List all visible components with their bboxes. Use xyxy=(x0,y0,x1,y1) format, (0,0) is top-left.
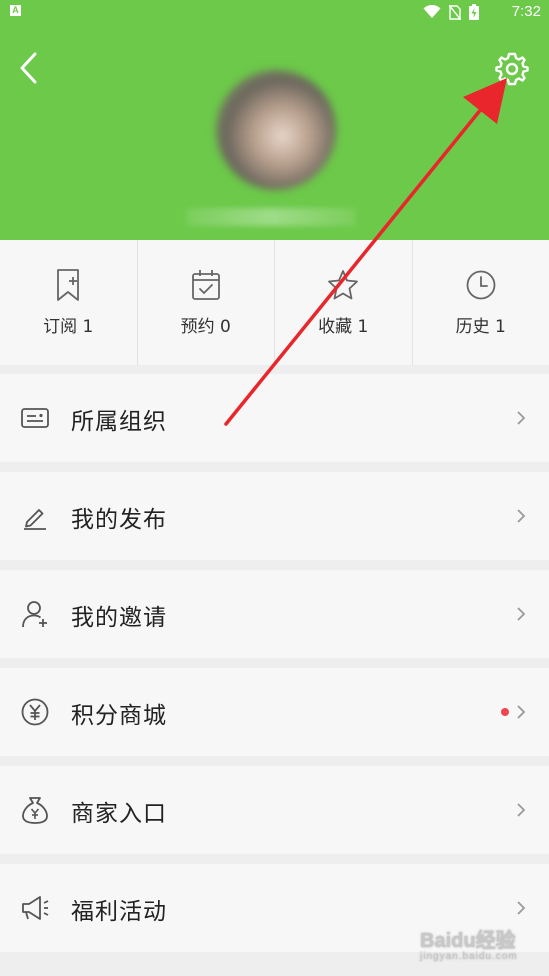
stat-label: 收藏 xyxy=(318,317,353,337)
battery-icon xyxy=(469,4,479,20)
chevron-right-icon xyxy=(517,705,526,719)
money-bag-icon xyxy=(22,797,48,824)
menu-label: 福利活动 xyxy=(71,899,167,925)
wifi-icon xyxy=(423,5,441,18)
stat-label: 预约 xyxy=(180,317,215,337)
calendar-check-icon xyxy=(191,270,220,300)
stat-count: 1 xyxy=(82,317,94,337)
menu-list: 所属组织 我的发布 我的邀请 积分商城 商家入口 福利活动 xyxy=(0,374,549,962)
back-button[interactable] xyxy=(14,50,46,86)
watermark-site: jingyan.baidu.com xyxy=(420,951,518,962)
menu-label: 积分商城 xyxy=(71,703,167,729)
chevron-right-icon xyxy=(517,803,526,817)
yen-coin-icon xyxy=(21,698,49,726)
stat-label: 订阅 xyxy=(43,317,78,337)
stat-count: 1 xyxy=(357,317,369,337)
watermark-paw: du xyxy=(451,930,476,952)
menu-item-points-mall[interactable]: 积分商城 xyxy=(0,668,549,756)
avatar[interactable] xyxy=(216,70,336,190)
chevron-left-icon xyxy=(20,52,37,84)
menu-label: 我的邀请 xyxy=(71,605,167,631)
settings-button[interactable] xyxy=(493,50,531,88)
app-notification-icon: A xyxy=(10,5,21,16)
menu-item-my-posts[interactable]: 我的发布 xyxy=(0,472,549,560)
watermark-suffix: 经验 xyxy=(475,930,516,952)
watermark-brand: Bai xyxy=(420,930,452,952)
stat-subscribe[interactable]: 订阅 1 xyxy=(0,240,137,365)
clock: 7:32 xyxy=(511,3,541,20)
star-icon xyxy=(328,270,359,300)
watermark-logo: Baidu经验 jingyan.baidu.com xyxy=(420,924,518,962)
chevron-right-icon xyxy=(517,411,526,425)
stats-row: 订阅 1 预约 0 收藏 1 历史 1 xyxy=(0,240,549,365)
menu-label: 所属组织 xyxy=(71,409,167,435)
megaphone-icon xyxy=(22,896,49,920)
id-card-icon xyxy=(21,408,49,428)
stat-reservation[interactable]: 预约 0 xyxy=(136,240,275,365)
profile-header xyxy=(0,0,549,240)
menu-item-organization[interactable]: 所属组织 xyxy=(0,374,549,462)
chevron-right-icon xyxy=(517,509,526,523)
menu-label: 商家入口 xyxy=(71,801,167,827)
chevron-right-icon xyxy=(517,901,526,915)
status-bar: A 7:32 xyxy=(0,0,549,24)
chevron-right-icon xyxy=(517,607,526,621)
gear-icon xyxy=(495,52,529,86)
stat-count: 1 xyxy=(495,317,506,337)
stat-favorites[interactable]: 收藏 1 xyxy=(274,240,412,365)
clock-icon xyxy=(466,270,496,300)
stat-label: 历史 xyxy=(455,317,490,337)
menu-item-my-invites[interactable]: 我的邀请 xyxy=(0,570,549,658)
username xyxy=(186,208,356,226)
bookmark-add-icon xyxy=(57,269,80,301)
stat-history[interactable]: 历史 1 xyxy=(411,240,549,365)
menu-label: 我的发布 xyxy=(71,507,167,533)
status-icons xyxy=(423,4,479,20)
user-add-icon xyxy=(22,601,47,628)
notification-dot xyxy=(501,708,509,716)
pencil-icon xyxy=(24,509,46,530)
no-sim-icon xyxy=(449,4,461,20)
menu-item-merchant-entry[interactable]: 商家入口 xyxy=(0,766,549,854)
stat-count: 0 xyxy=(220,317,231,337)
